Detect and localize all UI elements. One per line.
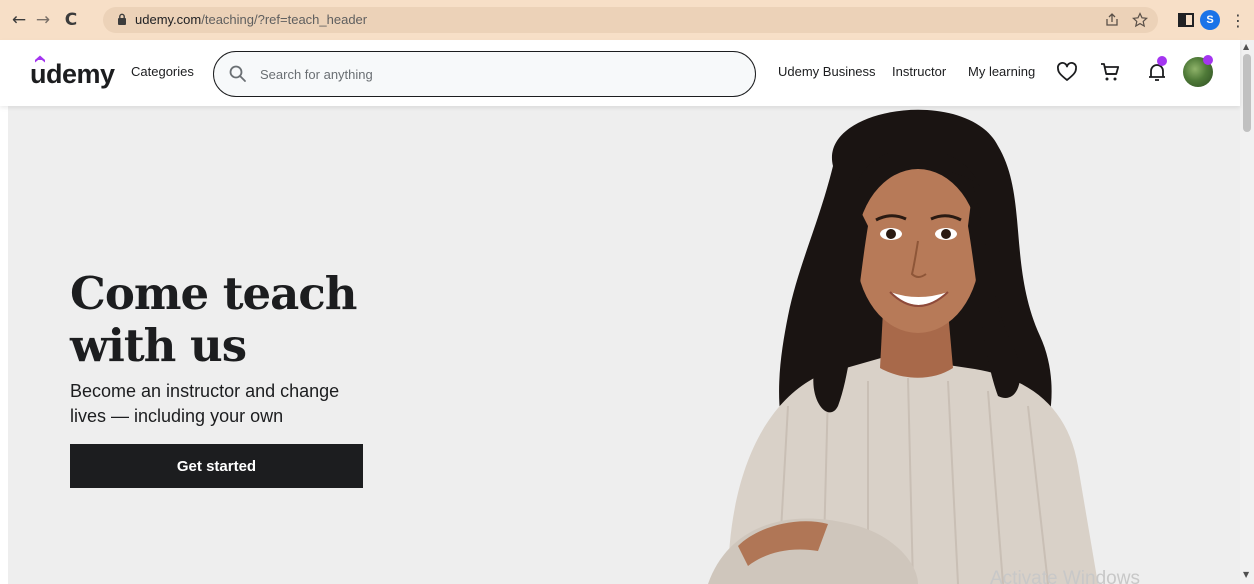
- hero-section: Come teach with us Become an instructor …: [8, 106, 1240, 584]
- share-icon[interactable]: [1103, 11, 1121, 29]
- scroll-up-arrow-icon[interactable]: ▲: [1243, 42, 1249, 51]
- hero-subtitle: Become an instructor and change lives — …: [70, 381, 340, 426]
- forward-arrow-icon[interactable]: →: [32, 9, 54, 31]
- instructor-link[interactable]: Instructor: [892, 64, 946, 79]
- cart-icon[interactable]: [1098, 60, 1122, 84]
- url-path: /teaching/?ref=teach_header: [201, 12, 368, 27]
- notification-dot: [1157, 56, 1167, 66]
- my-learning-link[interactable]: My learning: [968, 64, 1035, 79]
- udemy-business-link[interactable]: Udemy Business: [778, 64, 876, 79]
- heart-icon[interactable]: [1055, 60, 1079, 84]
- url-host: udemy.com: [135, 12, 202, 27]
- bookmark-star-icon[interactable]: [1131, 11, 1149, 29]
- windows-watermark: Activate Windows: [990, 568, 1140, 584]
- categories-menu[interactable]: Categories: [131, 64, 194, 79]
- address-bar[interactable]: udemy.com/teaching/?ref=teach_header: [103, 7, 1158, 33]
- site-header: udemy Categories Udemy Business Instruct…: [0, 40, 1240, 106]
- search-bar: [213, 51, 756, 97]
- get-started-button[interactable]: Get started: [70, 444, 363, 488]
- side-panel-icon[interactable]: [1176, 9, 1196, 31]
- reload-icon[interactable]: C: [60, 9, 82, 31]
- hero-title: Come teach with us: [70, 267, 357, 372]
- more-menu-icon[interactable]: ⋮: [1230, 9, 1246, 31]
- scroll-thumb[interactable]: [1243, 54, 1251, 132]
- user-avatar[interactable]: [1183, 55, 1213, 87]
- avatar-notification-dot: [1203, 55, 1213, 65]
- back-arrow-icon[interactable]: ←: [8, 9, 30, 31]
- profile-avatar[interactable]: S: [1200, 10, 1220, 30]
- instructor-photo: [708, 109, 1098, 584]
- browser-toolbar: ← → C udemy.com/teaching/?ref=teach_head…: [0, 0, 1254, 40]
- lock-icon: [118, 13, 126, 25]
- svg-text:udemy: udemy: [30, 59, 115, 89]
- search-icon[interactable]: [228, 64, 248, 84]
- search-input[interactable]: [260, 63, 730, 85]
- page-scrollbar[interactable]: ▲ ▼: [1240, 40, 1254, 584]
- url-text[interactable]: udemy.com/teaching/?ref=teach_header: [135, 12, 367, 27]
- udemy-logo[interactable]: udemy: [30, 54, 116, 90]
- scroll-down-arrow-icon[interactable]: ▼: [1243, 570, 1249, 579]
